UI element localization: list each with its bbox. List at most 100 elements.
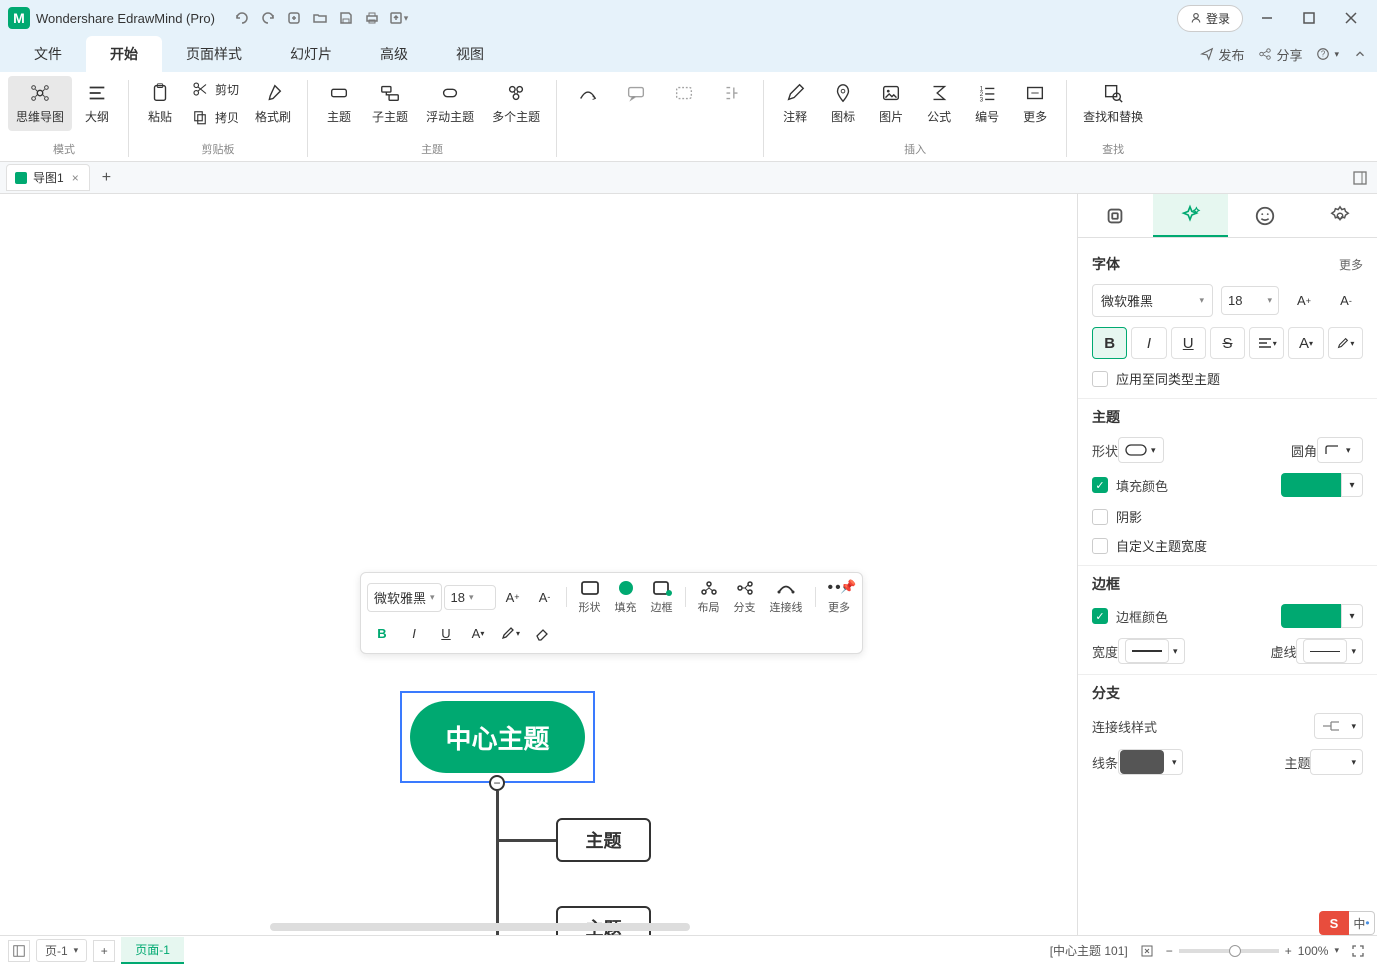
icon-button[interactable]: 图标 [820,76,866,131]
close-button[interactable] [1333,4,1369,32]
mindmap-mode-button[interactable]: 思维导图 [8,76,72,131]
panel-font-shrink[interactable]: A- [1329,286,1363,316]
open-button[interactable] [309,7,331,29]
publish-button[interactable]: 发布 [1200,45,1244,64]
fillcolor-checkbox[interactable]: ✓ [1092,477,1108,493]
panel-align[interactable]: ▾ [1249,327,1284,359]
subtopic-button[interactable]: 子主题 [364,76,416,131]
menu-tab-file[interactable]: 文件 [10,36,86,72]
summary-button[interactable] [709,76,755,114]
panel-strike[interactable]: S [1210,327,1245,359]
new-button[interactable] [283,7,305,29]
menu-tab-slideshow[interactable]: 幻灯片 [266,36,356,72]
panel-highlight[interactable]: ▾ [1328,327,1363,359]
font-size-select[interactable]: 18▾ [444,585,496,610]
undo-button[interactable] [231,7,253,29]
panel-font-size[interactable]: 18▾ [1221,286,1279,315]
zoom-in-button[interactable]: + [1285,944,1292,958]
page-tab[interactable]: 页面-1 [121,937,184,964]
panel-tab-ai[interactable] [1153,194,1228,237]
panel-font-color[interactable]: A▾ [1288,327,1323,359]
branch-button[interactable]: 分支 [728,579,762,615]
minimize-button[interactable] [1249,4,1285,32]
line-color-select[interactable]: ▾ [1118,749,1183,775]
child-node[interactable]: 主题 [556,818,651,862]
panel-bold[interactable]: B [1092,327,1127,359]
panel-font-grow[interactable]: A+ [1287,286,1321,316]
fit-button[interactable] [1136,940,1158,962]
panel-tab-style[interactable] [1078,194,1153,237]
formula-button[interactable]: 公式 [916,76,962,131]
topic-button[interactable]: 主题 [316,76,362,131]
fillcolor-select[interactable]: ▾ [1281,473,1363,497]
border-width-select[interactable]: ▾ [1118,638,1185,664]
panel-font-more[interactable]: 更多 [1339,256,1363,273]
panel-tab-emoji[interactable] [1228,194,1303,237]
bordercolor-checkbox[interactable]: ✓ [1092,608,1108,624]
shadow-checkbox[interactable] [1092,509,1108,525]
border-dash-select[interactable]: ▾ [1296,638,1363,664]
collapse-handle[interactable]: − [489,775,505,791]
help-button[interactable]: ?▾ [1316,47,1339,61]
collapse-ribbon-button[interactable] [1353,47,1367,61]
relation-button[interactable] [565,76,611,114]
zoom-slider[interactable] [1179,949,1279,953]
outline-mode-button[interactable]: 大纲 [74,76,120,131]
cut-button[interactable]: 剪切 [185,76,245,102]
canvas[interactable]: 📌 微软雅黑▾ 18▾ A+ A- 形状 填充 边框 布局 分支 连接线 •••… [0,194,1077,935]
root-node-selection[interactable]: 中心主题 [400,691,595,783]
font-family-select[interactable]: 微软雅黑▾ [367,583,442,612]
floating-topic-button[interactable]: 浮动主题 [418,76,482,131]
copy-button[interactable]: 拷贝 [185,104,245,130]
border-button[interactable]: 边框 [645,579,679,615]
panel-layout-button[interactable] [1349,167,1371,189]
document-tab[interactable]: 导图1 × [6,164,90,191]
apply-same-checkbox[interactable] [1092,371,1108,387]
share-button[interactable]: 分享 [1258,45,1302,64]
number-button[interactable]: 123编号 [964,76,1010,131]
redo-button[interactable] [257,7,279,29]
branch-topic-select[interactable]: ▾ [1310,749,1363,775]
menu-tab-pagestyle[interactable]: 页面样式 [162,36,266,72]
highlight-button[interactable]: ▾ [495,619,525,647]
bordercolor-select[interactable]: ▾ [1281,604,1363,628]
save-button[interactable] [335,7,357,29]
add-tab-button[interactable]: + [96,165,117,191]
panel-font-family[interactable]: 微软雅黑▾ [1092,284,1213,317]
statusbar-layout-button[interactable] [8,940,30,962]
multiple-topic-button[interactable]: 多个主题 [484,76,548,131]
formatpainter-button[interactable]: 格式刷 [247,76,299,131]
boundary-button[interactable] [661,76,707,114]
add-page-button[interactable]: + [93,940,115,962]
print-button[interactable] [361,7,383,29]
paste-button[interactable]: 粘贴 [137,76,183,131]
find-replace-button[interactable]: 查找和替换 [1075,76,1151,131]
corner-select[interactable]: ▾ [1317,437,1363,463]
customwidth-checkbox[interactable] [1092,538,1108,554]
zoom-dropdown[interactable]: ▾ [1334,945,1339,956]
image-button[interactable]: 图片 [868,76,914,131]
shape-button[interactable]: 形状 [573,579,607,615]
layout-button[interactable]: 布局 [692,579,726,615]
maximize-button[interactable] [1291,4,1327,32]
menu-tab-home[interactable]: 开始 [86,36,162,72]
fill-button[interactable]: 填充 [609,579,643,615]
callout-button[interactable] [613,76,659,114]
bold-button[interactable]: B [367,619,397,647]
login-button[interactable]: 登录 [1177,5,1243,32]
menu-tab-advanced[interactable]: 高级 [356,36,432,72]
font-grow-button[interactable]: A+ [498,583,528,611]
clear-format-button[interactable] [527,619,557,647]
zoom-out-button[interactable]: − [1166,944,1173,958]
horizontal-scrollbar[interactable] [270,923,690,931]
font-shrink-button[interactable]: A- [530,583,560,611]
pin-toolbar-button[interactable]: 📌 [840,579,856,595]
menu-tab-view[interactable]: 视图 [432,36,508,72]
panel-tab-settings[interactable] [1302,194,1377,237]
close-tab-button[interactable]: × [70,171,81,185]
panel-italic[interactable]: I [1131,327,1166,359]
italic-button[interactable]: I [399,619,429,647]
page-selector[interactable]: 页-1▾ [36,939,87,962]
note-button[interactable]: 注释 [772,76,818,131]
panel-underline[interactable]: U [1171,327,1206,359]
